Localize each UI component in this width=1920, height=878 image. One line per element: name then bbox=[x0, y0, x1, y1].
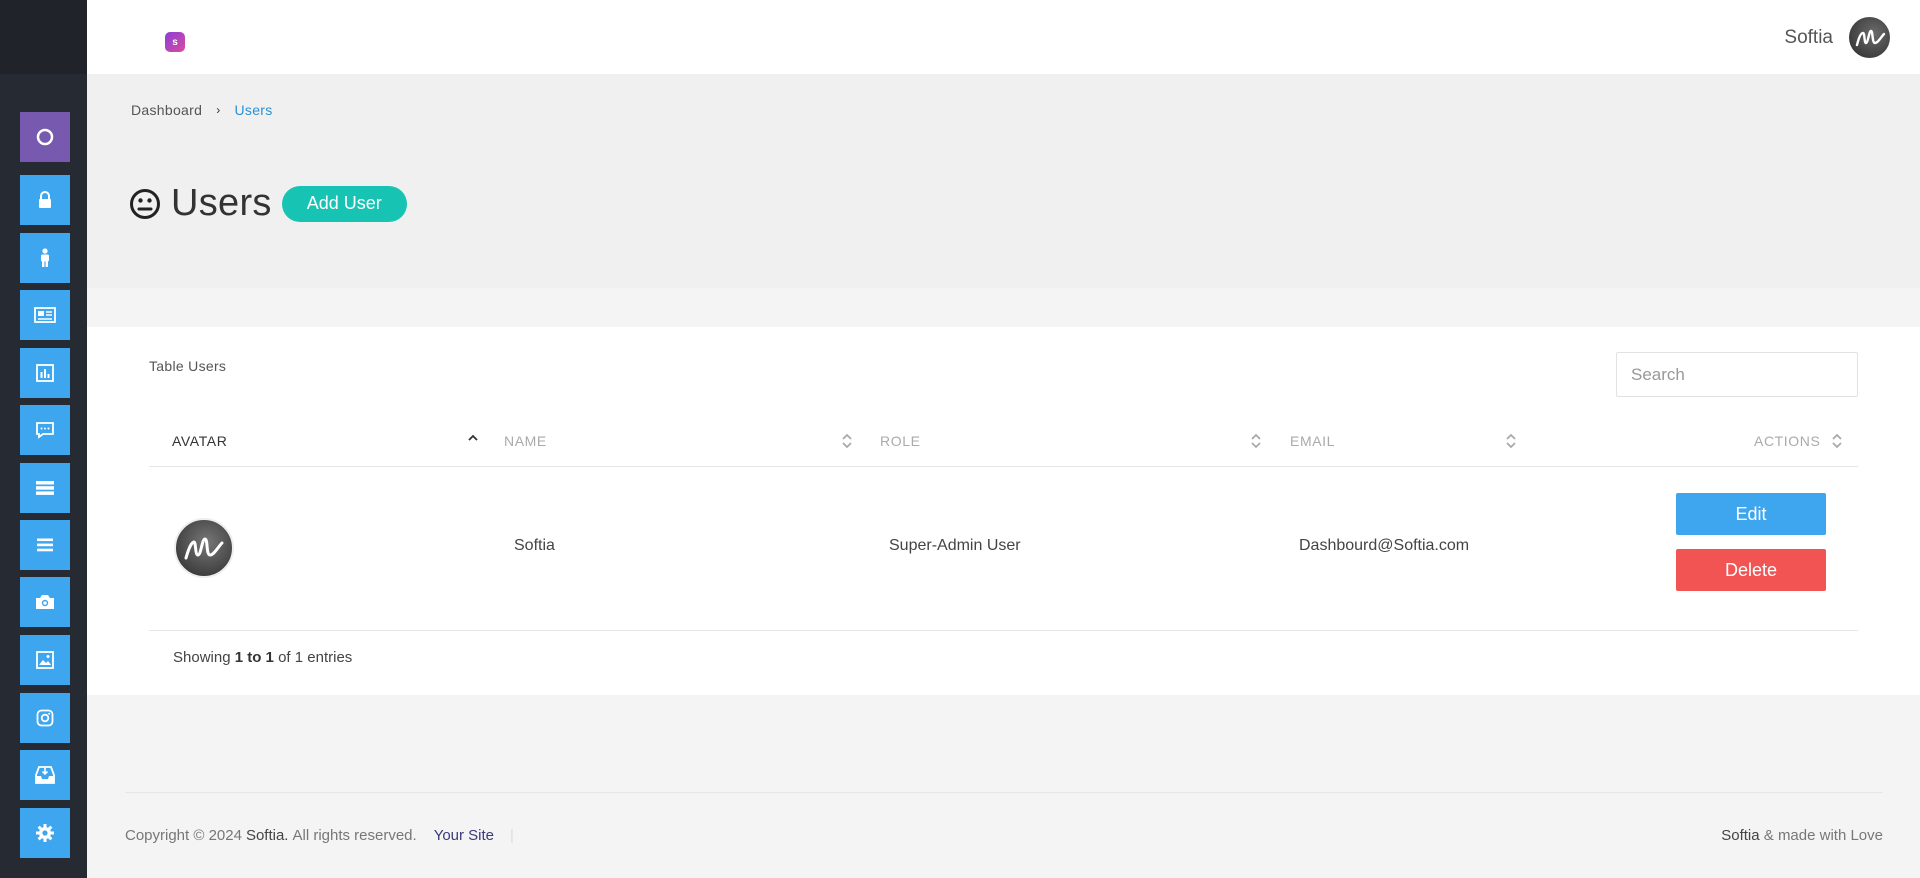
header-user-name[interactable]: Softia bbox=[1784, 27, 1833, 49]
message-icon bbox=[35, 421, 55, 439]
newspaper-icon bbox=[34, 307, 56, 323]
footer-copyright: Copyright © 2024 Softia. All rights rese… bbox=[125, 827, 514, 844]
lock-icon bbox=[37, 191, 53, 209]
breadcrumb-dashboard[interactable]: Dashboard bbox=[131, 102, 202, 118]
sidebar-item-list[interactable] bbox=[20, 520, 70, 570]
person-icon bbox=[38, 248, 52, 268]
column-header-name[interactable]: NAME bbox=[504, 415, 864, 467]
sidebar bbox=[0, 0, 87, 878]
entries-summary: Showing 1 to 1 of 1 entries bbox=[173, 649, 352, 666]
footer-credit-text: & made with Love bbox=[1763, 827, 1883, 844]
edit-button[interactable]: Edit bbox=[1676, 493, 1826, 535]
table-header: AVATAR NAME ROLE EMAIL ACTIONS bbox=[149, 415, 1858, 467]
footer-separator: | bbox=[510, 827, 514, 844]
column-header-label: ROLE bbox=[880, 433, 921, 449]
footer-credit-brand: Softia bbox=[1721, 827, 1760, 844]
card-title: Table Users bbox=[149, 358, 227, 374]
entries-prefix: Showing bbox=[173, 649, 231, 666]
bar-chart-icon bbox=[36, 364, 54, 382]
column-header-email[interactable]: EMAIL bbox=[1290, 415, 1550, 467]
camera-icon bbox=[35, 594, 55, 610]
gear-icon bbox=[35, 823, 55, 843]
sidebar-item-camera[interactable] bbox=[20, 577, 70, 627]
column-header-label: NAME bbox=[504, 433, 547, 449]
avatar bbox=[174, 518, 234, 578]
column-header-avatar[interactable]: AVATAR bbox=[172, 415, 478, 467]
brand-logo[interactable]: s bbox=[165, 32, 185, 52]
cell-email: Dashbourd@Softia.com bbox=[1299, 537, 1470, 554]
sidebar-item-charts[interactable] bbox=[20, 348, 70, 398]
sidebar-item-news[interactable] bbox=[20, 290, 70, 340]
entries-range: 1 to 1 bbox=[234, 649, 274, 666]
column-header-label: AVATAR bbox=[172, 433, 228, 449]
sort-ascending-icon bbox=[468, 434, 478, 441]
sort-icon bbox=[1832, 433, 1842, 449]
sort-icon bbox=[842, 433, 852, 449]
cell-role: Super-Admin User bbox=[889, 537, 1021, 554]
sidebar-item-messages[interactable] bbox=[20, 405, 70, 455]
sidebar-item-settings[interactable] bbox=[20, 808, 70, 858]
avatar-signature-icon bbox=[1855, 29, 1886, 47]
page-title-row: Users Add User bbox=[129, 182, 407, 225]
breadcrumb: Dashboard › Users bbox=[131, 102, 273, 118]
page-title: Users bbox=[171, 182, 272, 224]
top-header: s Softia bbox=[87, 0, 1920, 74]
users-table-card: Table Users AVATAR NAME ROLE EMAIL bbox=[87, 327, 1920, 695]
sidebar-item-inbox[interactable] bbox=[20, 750, 70, 800]
avatar-signature-icon bbox=[184, 537, 224, 560]
entries-suffix: of 1 entries bbox=[278, 649, 353, 666]
list-icon bbox=[36, 538, 54, 552]
table-icon bbox=[35, 480, 55, 496]
your-site-link[interactable]: Your Site bbox=[434, 827, 494, 844]
column-header-label: EMAIL bbox=[1290, 433, 1336, 449]
home-icon bbox=[35, 127, 55, 147]
cell-name: Softia bbox=[514, 537, 555, 554]
sidebar-brand-area bbox=[0, 0, 87, 74]
sort-icon bbox=[1506, 433, 1516, 449]
sidebar-item-home[interactable] bbox=[20, 112, 70, 162]
chevron-right-icon: › bbox=[216, 103, 221, 117]
rights-text: All rights reserved. bbox=[292, 827, 417, 844]
footer-credit: Softia & made with Love bbox=[1721, 827, 1883, 844]
sidebar-item-images[interactable] bbox=[20, 635, 70, 685]
image-icon bbox=[36, 651, 54, 669]
instagram-icon bbox=[36, 709, 54, 727]
column-header-actions[interactable]: ACTIONS bbox=[1754, 415, 1858, 467]
inbox-icon bbox=[35, 766, 55, 784]
breadcrumb-users[interactable]: Users bbox=[235, 102, 273, 118]
sidebar-item-instagram[interactable] bbox=[20, 693, 70, 743]
column-header-label: ACTIONS bbox=[1754, 433, 1821, 449]
neutral-face-icon bbox=[130, 188, 160, 219]
footer-divider bbox=[125, 792, 1883, 793]
page-header: Dashboard › Users Users Add User bbox=[87, 74, 1920, 288]
add-user-button[interactable]: Add User bbox=[281, 185, 407, 222]
brand-logo-letter: s bbox=[172, 36, 178, 48]
sort-icon bbox=[1251, 433, 1261, 449]
copyright-text: Copyright © 2024 bbox=[125, 827, 242, 844]
sidebar-item-person[interactable] bbox=[20, 233, 70, 283]
sidebar-item-lock[interactable] bbox=[20, 175, 70, 225]
search-input[interactable] bbox=[1616, 352, 1858, 397]
delete-button[interactable]: Delete bbox=[1676, 549, 1826, 591]
sidebar-item-tables[interactable] bbox=[20, 463, 70, 513]
footer-brand: Softia. bbox=[245, 827, 289, 844]
column-header-role[interactable]: ROLE bbox=[880, 415, 1290, 467]
header-user-avatar[interactable] bbox=[1849, 17, 1890, 58]
table-row: Softia Super-Admin User Dashbourd@Softia… bbox=[149, 467, 1858, 631]
